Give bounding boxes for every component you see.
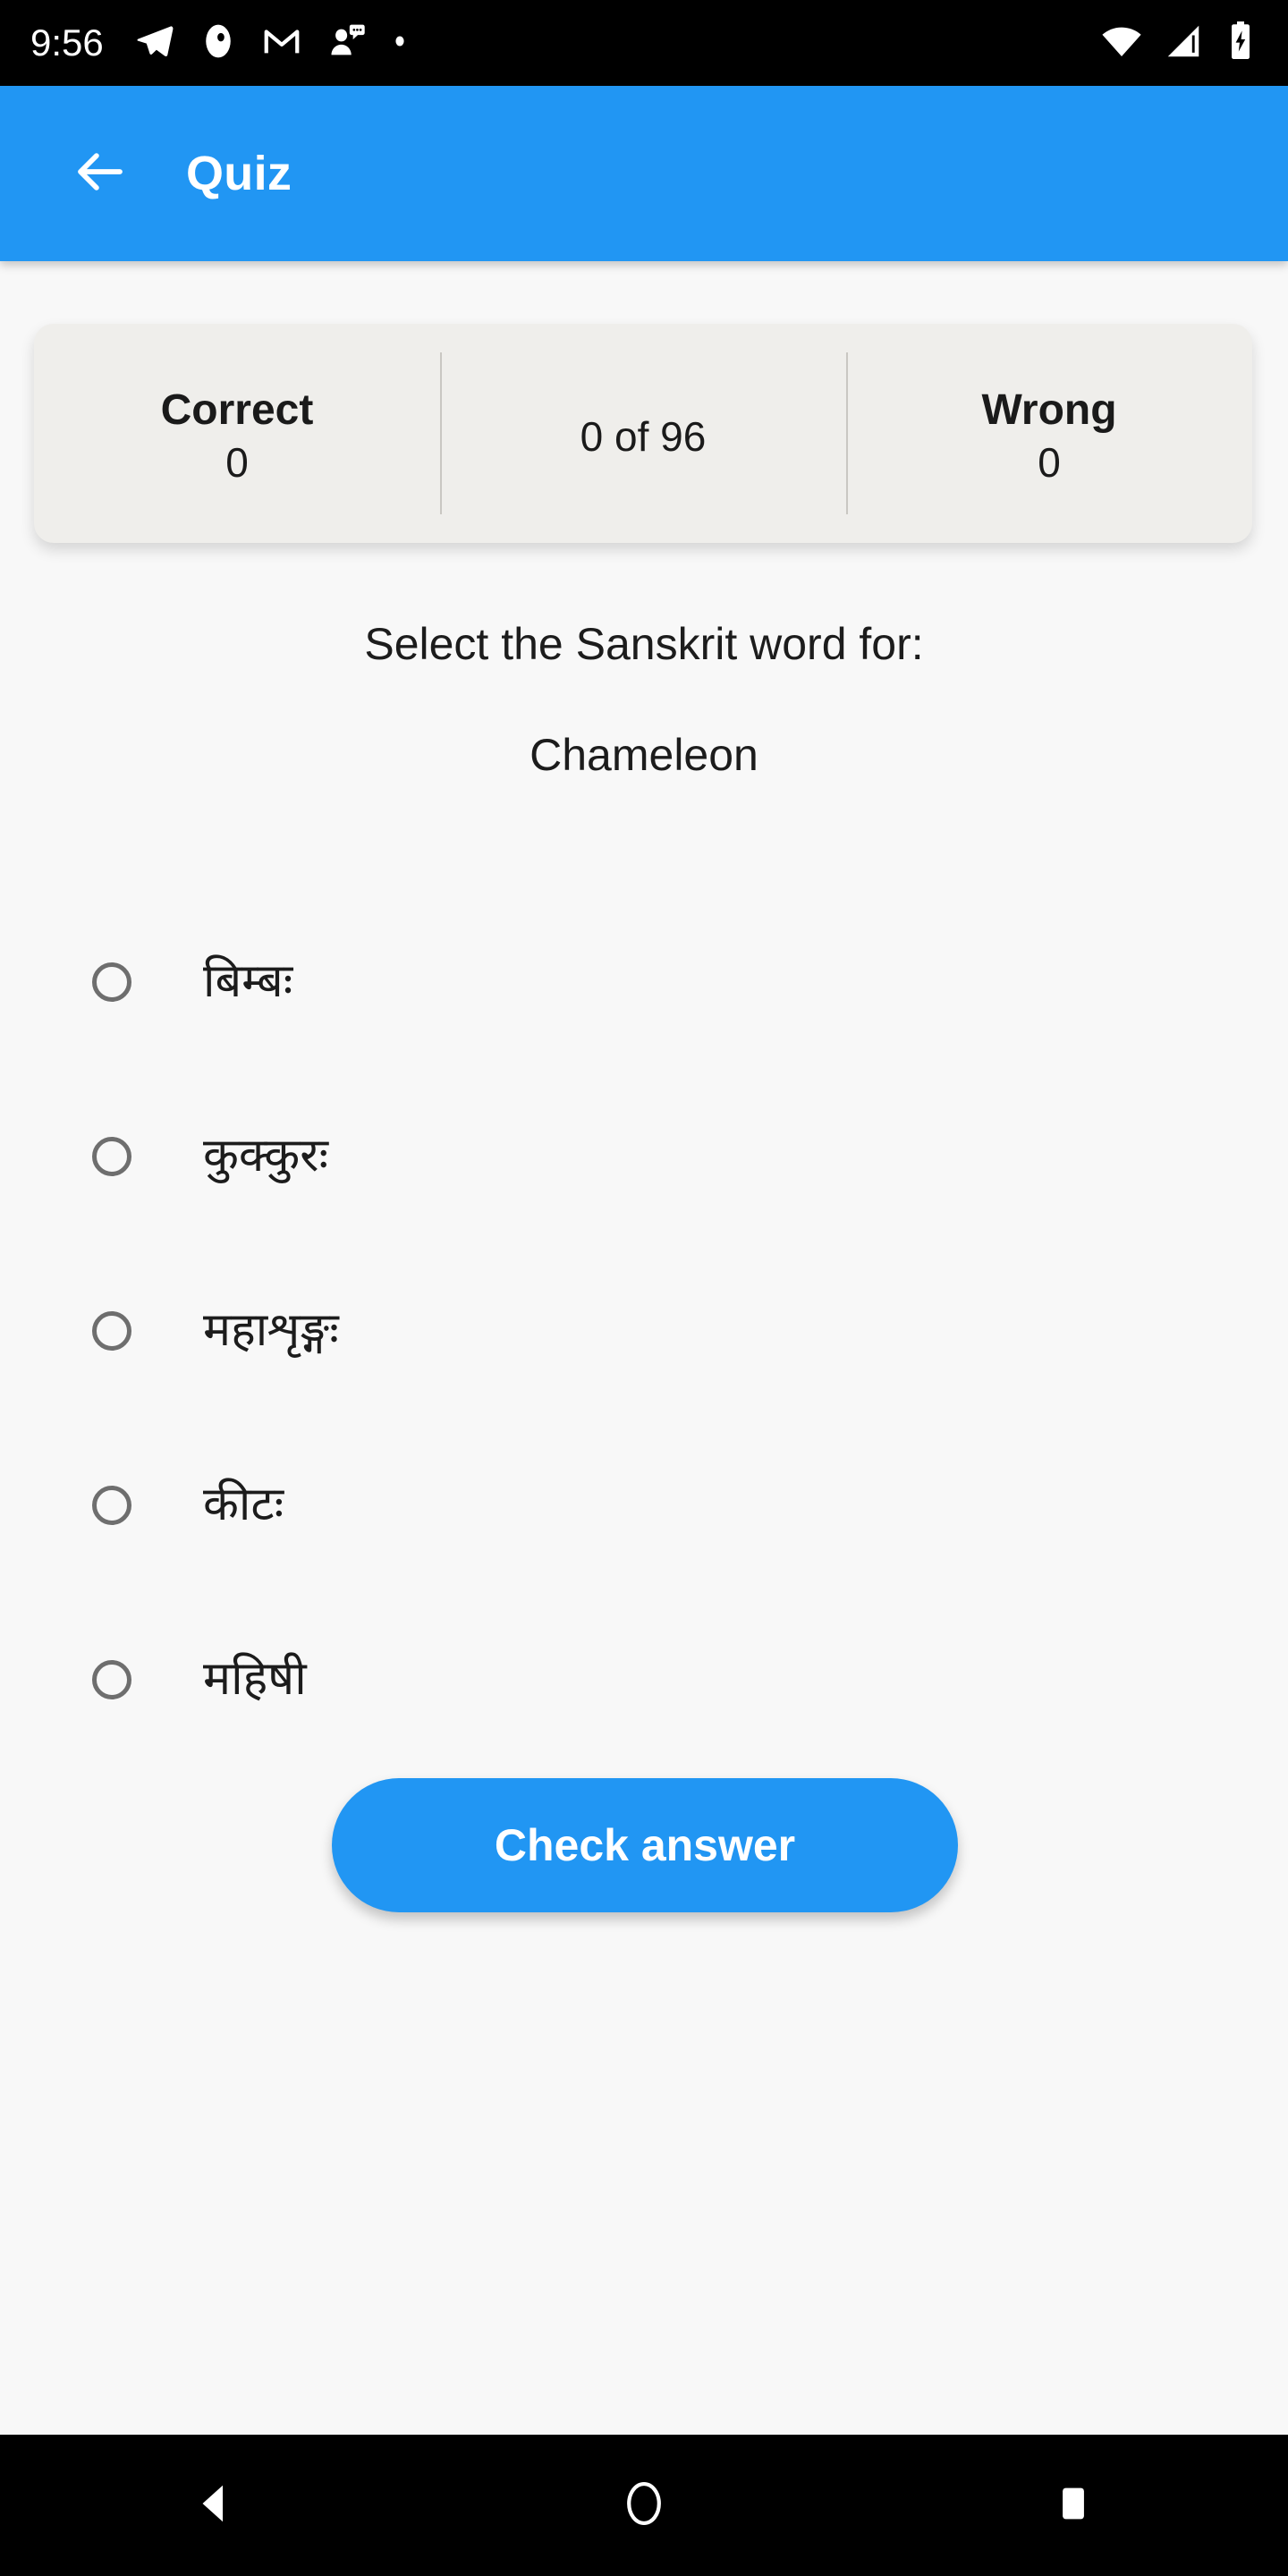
radio-button-5[interactable] <box>92 1659 131 1699</box>
option-row-1[interactable]: बिम्बः <box>0 894 1288 1069</box>
score-cell-wrong: Wrong 0 <box>846 324 1252 543</box>
status-bar-left: 9:56 <box>30 21 1100 66</box>
back-arrow-icon <box>71 142 130 206</box>
telegram-icon <box>134 21 175 66</box>
nav-home-button[interactable] <box>555 2435 733 2576</box>
option-row-3[interactable]: महाशृङ्गः <box>0 1243 1288 1418</box>
nav-recents-icon <box>1050 2480 1097 2531</box>
question-word: Chameleon <box>530 730 758 780</box>
wrong-value: 0 <box>1038 438 1061 486</box>
status-bar: 9:56 <box>0 0 1288 86</box>
radio-button-2[interactable] <box>92 1136 131 1176</box>
battery-charging-icon <box>1224 20 1258 67</box>
correct-label: Correct <box>160 386 314 435</box>
progress-counter: 0 of 96 <box>580 412 707 460</box>
wifi-icon <box>1100 20 1143 67</box>
score-card: Correct 0 0 of 96 Wrong 0 <box>34 324 1252 543</box>
system-navigation-bar <box>0 2435 1288 2576</box>
option-label-3: महाशृङ्गः <box>203 1303 339 1356</box>
correct-value: 0 <box>225 438 249 486</box>
question-block: Select the Sanskrit word for: Chameleon <box>0 617 1288 782</box>
status-bar-clock: 9:56 <box>30 21 104 64</box>
person-chat-icon <box>326 21 367 66</box>
cellular-signal-icon <box>1163 21 1204 66</box>
question-prompt: Select the Sanskrit word for: <box>364 619 924 669</box>
option-label-5: महिषी <box>203 1652 307 1705</box>
page-title: Quiz <box>186 147 292 200</box>
option-row-4[interactable]: कीटः <box>0 1418 1288 1592</box>
option-row-5[interactable]: महिषी <box>0 1592 1288 1767</box>
back-button[interactable] <box>57 131 143 216</box>
wrong-label: Wrong <box>981 386 1117 435</box>
answer-options: बिम्बः कुक्कुरः महाशृङ्गः कीटः महिषी <box>0 894 1288 1767</box>
radio-button-3[interactable] <box>92 1310 131 1351</box>
option-label-1: बिम्बः <box>203 954 293 1007</box>
option-row-2[interactable]: कुक्कुरः <box>0 1069 1288 1243</box>
dot-icon <box>390 31 410 55</box>
score-cell-correct: Correct 0 <box>34 324 440 543</box>
status-bar-right <box>1100 20 1258 67</box>
check-answer-button[interactable]: Check answer <box>332 1778 958 1912</box>
score-cell-progress: 0 of 96 <box>440 324 846 543</box>
quiz-screen: 9:56 Quiz Correct 0 0 of 96 Wrong 0 Sele… <box>0 0 1288 2576</box>
radio-button-4[interactable] <box>92 1485 131 1525</box>
app-bar: Quiz <box>0 86 1288 261</box>
circle-app-icon <box>199 21 238 65</box>
nav-back-button[interactable] <box>125 2435 304 2576</box>
nav-home-icon <box>619 2479 669 2533</box>
option-label-4: कीटः <box>203 1478 284 1530</box>
nav-back-icon <box>191 2479 239 2532</box>
radio-button-1[interactable] <box>92 962 131 1002</box>
option-label-2: कुक्कुरः <box>203 1129 328 1182</box>
gmail-icon <box>261 21 302 66</box>
nav-recents-button[interactable] <box>984 2435 1163 2576</box>
